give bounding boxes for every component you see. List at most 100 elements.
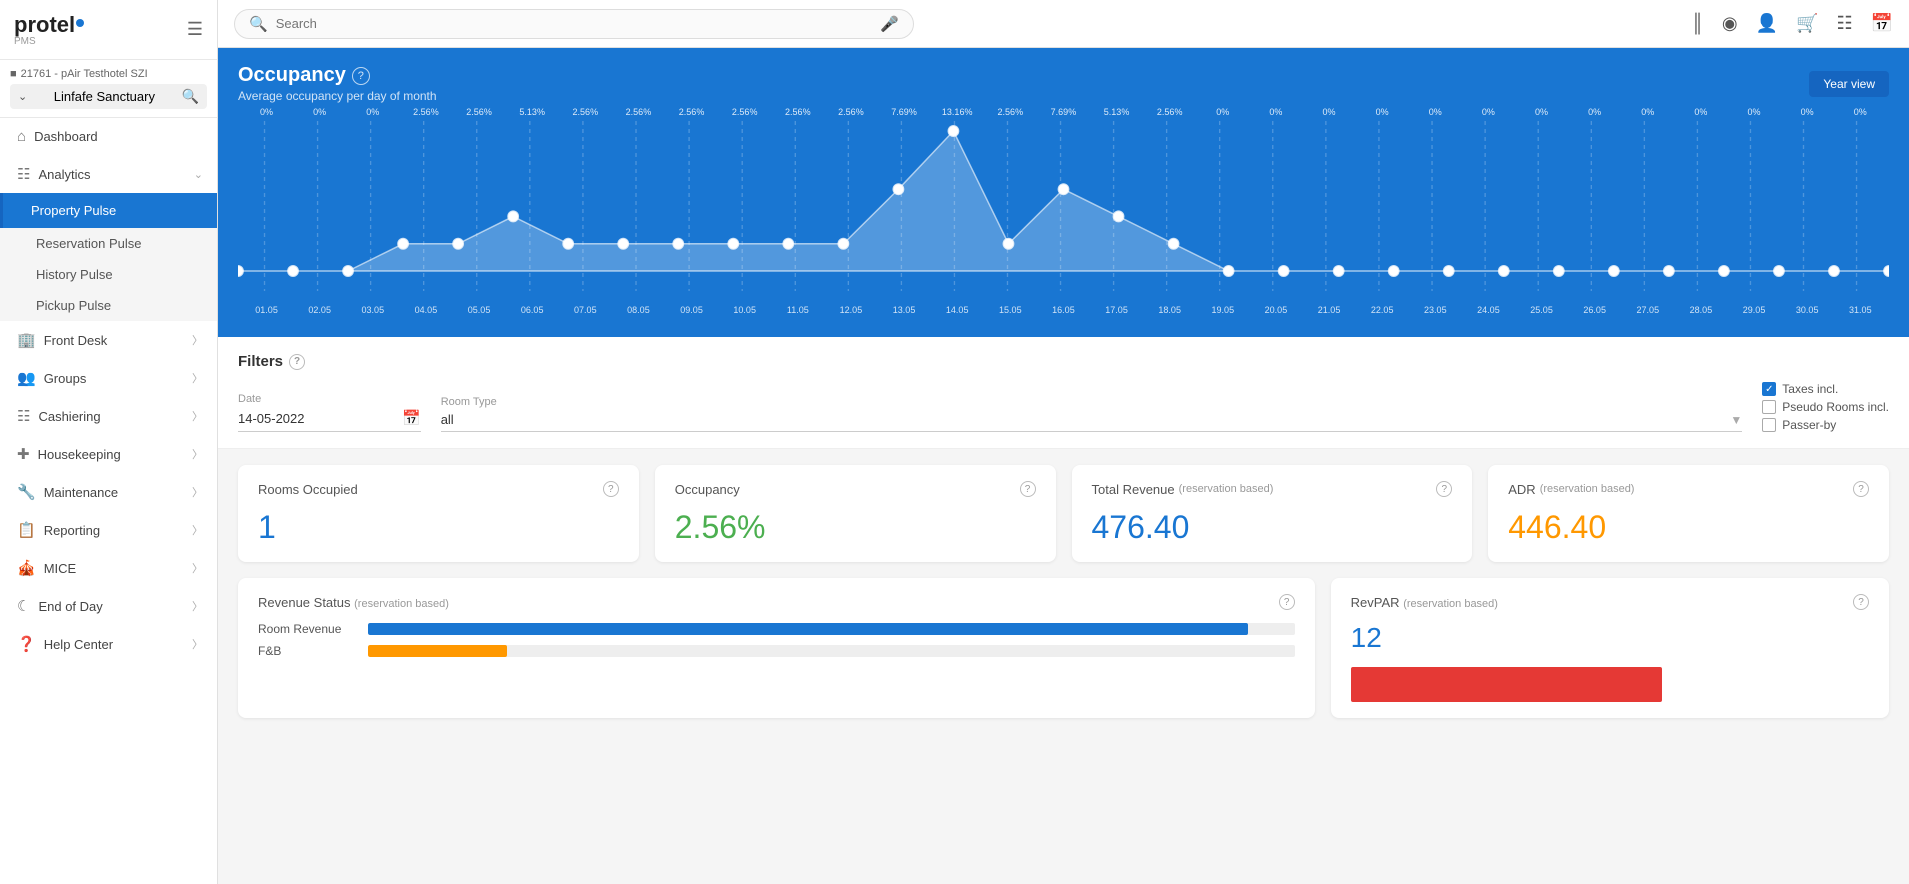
chart-date: 12.05 (824, 305, 877, 315)
chart-point (1334, 266, 1344, 276)
chart-date: 17.05 (1090, 305, 1143, 315)
chart-point (563, 239, 573, 249)
logo-text: protel (14, 12, 75, 37)
nav-end-of-day[interactable]: ☾ End of Day 〉 (0, 587, 217, 625)
nav-housekeeping[interactable]: ✚ Housekeeping 〉 (0, 435, 217, 473)
chart-point (1224, 266, 1234, 276)
nav-reporting-label: Reporting (44, 523, 100, 538)
microphone-icon[interactable]: 🎤 (880, 15, 899, 33)
adr-value: 446.40 (1508, 509, 1869, 546)
nav-property-pulse[interactable]: Property Pulse (0, 193, 217, 228)
nav-groups[interactable]: 👥 Groups 〉 (0, 359, 217, 397)
occupancy-help-icon[interactable]: ? (352, 67, 370, 85)
hotel-search-icon[interactable]: 🔍 (182, 88, 199, 105)
logo-area: protel PMS (14, 12, 84, 47)
date-filter-input[interactable]: 14-05-2022 📅 (238, 409, 421, 432)
nav-front-desk[interactable]: 🏢 Front Desk 〉 (0, 321, 217, 359)
chart-point (288, 266, 298, 276)
room-revenue-track (368, 623, 1295, 635)
hotel-arrow-icon: ⌄ (18, 90, 27, 103)
circle-icon[interactable]: ◉ (1722, 13, 1738, 34)
mice-icon: 🎪 (17, 559, 36, 577)
revenue-status-title: Revenue Status (reservation based) ? (258, 594, 1295, 610)
reporting-chevron: 〉 (192, 522, 203, 538)
chart-date: 04.05 (399, 305, 452, 315)
chart-label: 0% (240, 107, 293, 117)
receipt-icon[interactable]: ║ (1691, 13, 1704, 34)
revpar-bar-area (1351, 662, 1869, 702)
nav-analytics[interactable]: ☷ Analytics ⌄ (0, 155, 217, 193)
front-desk-chevron: 〉 (192, 332, 203, 348)
chart-label: 2.56% (984, 107, 1037, 117)
nav-reporting[interactable]: 📋 Reporting 〉 (0, 511, 217, 549)
occupancy-header: Occupancy ? Average occupancy per day of… (238, 64, 1889, 103)
stat-card-rooms-occupied-title: Rooms Occupied ? (258, 481, 619, 497)
nav-reservation-pulse[interactable]: Reservation Pulse (0, 228, 217, 259)
chart-date: 02.05 (293, 305, 346, 315)
calendar-input-icon[interactable]: 📅 (402, 409, 421, 427)
nav-cashiering-label: Cashiering (38, 409, 100, 424)
chart-label: 0% (1781, 107, 1834, 117)
revpar-card: RevPAR (reservation based) ? 12 (1331, 578, 1889, 718)
rooms-occupied-title-text: Rooms Occupied (258, 482, 358, 497)
passer-by-checkbox[interactable] (1762, 418, 1776, 432)
total-revenue-help-icon[interactable]: ? (1436, 481, 1452, 497)
person-icon[interactable]: 👤 (1756, 13, 1778, 34)
occupancy-subtitle: Average occupancy per day of month (238, 89, 437, 103)
chart-date: 22.05 (1356, 305, 1409, 315)
sidebar: protel PMS ☰ ■ 21761 - pAir Testhotel SZ… (0, 0, 218, 884)
search-input[interactable] (276, 16, 873, 31)
chart-date: 27.05 (1621, 305, 1674, 315)
revpar-help-icon[interactable]: ? (1853, 594, 1869, 610)
room-revenue-fill (368, 623, 1248, 635)
nav-mice[interactable]: 🎪 MICE 〉 (0, 549, 217, 587)
grid-icon[interactable]: ☷ (1836, 13, 1852, 34)
pseudo-rooms-checkbox[interactable] (1762, 400, 1776, 414)
analytics-submenu: Property Pulse Reservation Pulse History… (0, 193, 217, 321)
filters-help-icon[interactable]: ? (289, 354, 305, 370)
chart-point (949, 126, 959, 136)
rooms-occupied-value: 1 (258, 509, 619, 546)
chart-date: 21.05 (1303, 305, 1356, 315)
search-bar[interactable]: 🔍 🎤 (234, 9, 914, 39)
chart-label: 0% (1196, 107, 1249, 117)
nav-help-center[interactable]: ❓ Help Center 〉 (0, 625, 217, 663)
pseudo-rooms-checkbox-row: Pseudo Rooms incl. (1762, 400, 1889, 414)
dashboard-icon: ⌂ (17, 128, 26, 145)
checkboxes-group: ✓ Taxes incl. Pseudo Rooms incl. Passer-… (1762, 382, 1889, 432)
room-type-label: Room Type (441, 396, 1743, 408)
chart-point (238, 266, 243, 276)
calendar-icon[interactable]: 📅 (1871, 13, 1893, 34)
nav-history-pulse[interactable]: History Pulse (0, 259, 217, 290)
content: Occupancy ? Average occupancy per day of… (218, 48, 1909, 884)
nav-pickup-pulse[interactable]: Pickup Pulse (0, 290, 217, 321)
revenue-status-help-icon[interactable]: ? (1279, 594, 1295, 610)
chart-point (1884, 266, 1889, 276)
chart-date: 18.05 (1143, 305, 1196, 315)
adr-title-text: ADR (1508, 482, 1535, 497)
year-view-button[interactable]: Year view (1809, 71, 1889, 97)
passer-by-label: Passer-by (1782, 418, 1836, 432)
room-type-input[interactable]: all ▼ (441, 412, 1743, 432)
room-type-dropdown-icon[interactable]: ▼ (1730, 413, 1742, 427)
chart-date: 07.05 (559, 305, 612, 315)
chart-date: 06.05 (506, 305, 559, 315)
adr-subtitle: (reservation based) (1540, 483, 1635, 495)
taxes-incl-label: Taxes incl. (1782, 382, 1838, 396)
nav-dashboard[interactable]: ⌂ Dashboard (0, 118, 217, 155)
nav-maintenance[interactable]: 🔧 Maintenance 〉 (0, 473, 217, 511)
revenue-status-title-text: Revenue Status (258, 595, 351, 610)
logo: protel PMS (14, 12, 84, 47)
chart-point (1114, 211, 1124, 221)
chart-label: 5.13% (1090, 107, 1143, 117)
cart-icon[interactable]: 🛒 (1796, 13, 1818, 34)
hamburger-icon[interactable]: ☰ (187, 19, 203, 40)
nav-cashiering[interactable]: ☷ Cashiering 〉 (0, 397, 217, 435)
rooms-occupied-help-icon[interactable]: ? (603, 481, 619, 497)
nav-pickup-pulse-label: Pickup Pulse (36, 298, 111, 313)
hotel-search-row[interactable]: ⌄ Linfafe Sanctuary 🔍 (10, 84, 207, 109)
chart-point (1059, 184, 1069, 194)
taxes-incl-checkbox[interactable]: ✓ (1762, 382, 1776, 396)
adr-help-icon[interactable]: ? (1853, 481, 1869, 497)
occupancy-stat-help-icon[interactable]: ? (1020, 481, 1036, 497)
